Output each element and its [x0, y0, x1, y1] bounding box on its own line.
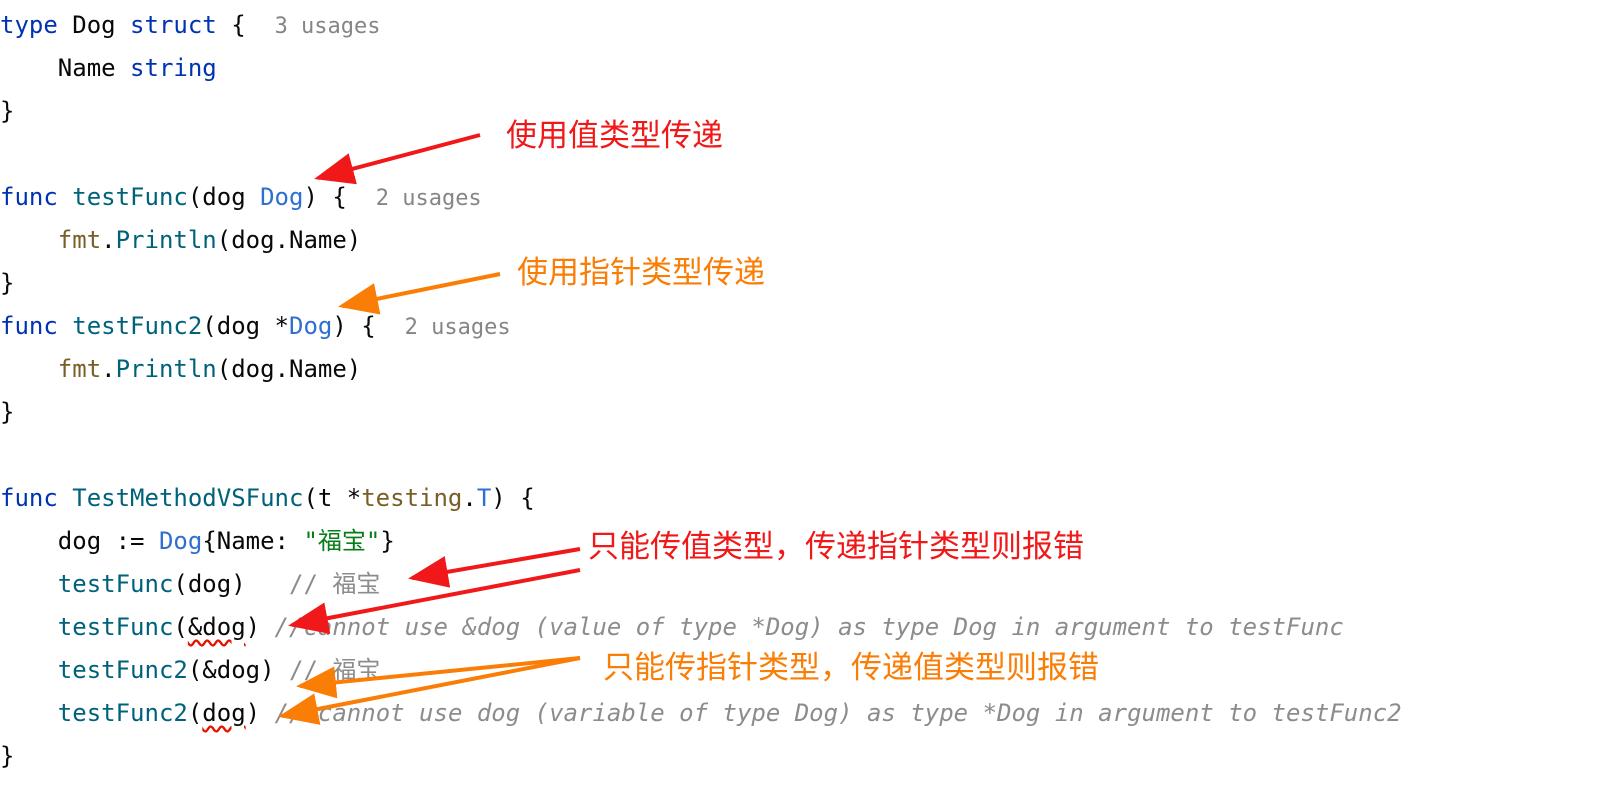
params-open: (dog — [187, 183, 261, 211]
function-call: testFunc — [57, 570, 174, 598]
paren-close: ) — [245, 699, 261, 727]
type-ref: Dog — [158, 527, 203, 555]
code-line-17: testFunc2(dog) // cannot use dog (variab… — [0, 692, 1402, 735]
usages-hint[interactable]: 2 usages — [376, 186, 482, 211]
keyword: func — [0, 484, 58, 512]
error-argument[interactable]: dog — [202, 699, 245, 727]
brace: } — [380, 527, 395, 555]
code-line-18: } — [0, 742, 15, 770]
function-call: testFunc2 — [57, 656, 188, 684]
paren-close: ) — [245, 613, 261, 641]
call-args: (dog.Name) — [216, 355, 362, 383]
dot: . — [101, 226, 116, 254]
function-name: testFunc2 — [72, 312, 203, 340]
code-line-10: } — [0, 398, 15, 426]
dot: . — [462, 484, 477, 512]
field-name: Name — [57, 54, 131, 82]
params-close: ) { — [491, 484, 535, 512]
package-name: testing — [361, 484, 463, 512]
params-open: (t * — [303, 484, 362, 512]
params-close: ) { — [332, 312, 376, 340]
comment: // cannot use dog (variable of type Dog)… — [274, 699, 1402, 727]
function-call: Println — [115, 226, 217, 254]
type-ref: T — [476, 484, 492, 512]
function-call: testFunc — [57, 613, 174, 641]
type-name: Dog — [57, 11, 131, 39]
code-line-5: func testFunc(dog Dog) { 2 usages — [0, 176, 1402, 219]
code-line-2: Name string — [0, 47, 1402, 90]
annotation-value-pass: 使用值类型传递 — [506, 118, 723, 154]
annotation-pointer-pass: 使用指针类型传递 — [517, 255, 765, 291]
comment: //cannot use &dog (value of type *Dog) a… — [274, 613, 1344, 641]
paren-open: ( — [173, 613, 188, 641]
annotation-pointer-only: 只能传指针类型，传递值类型则报错 — [603, 650, 1099, 686]
code-line-9: fmt.Println(dog.Name) — [0, 348, 1402, 391]
paren-open: ( — [187, 699, 203, 727]
annotation-value-only: 只能传值类型，传递指针类型则报错 — [588, 529, 1084, 565]
code-line-8: func testFunc2(dog *Dog) { 2 usages — [0, 305, 1402, 348]
code-line-1: type Dog struct { 3 usages — [0, 4, 1402, 47]
function-name: testFunc — [72, 183, 188, 211]
package-name: fmt — [57, 355, 102, 383]
function-name: TestMethodVSFunc — [72, 484, 304, 512]
type-ref: Dog — [260, 183, 304, 211]
package-name: fmt — [57, 226, 102, 254]
usages-hint[interactable]: 2 usages — [405, 315, 511, 340]
type-keyword: string — [130, 54, 217, 82]
code-line-15: testFunc(&dog) //cannot use &dog (value … — [0, 606, 1402, 649]
keyword: type — [0, 11, 58, 39]
keyword: func — [0, 183, 58, 211]
function-call: testFunc2 — [57, 699, 188, 727]
comment: // 福宝 — [289, 570, 381, 598]
type-ref: Dog — [289, 312, 333, 340]
error-argument[interactable]: &dog — [188, 613, 246, 641]
dot: . — [101, 355, 116, 383]
call-args: (dog) — [173, 570, 246, 598]
assign: dog := — [57, 527, 159, 555]
code-line-14: testFunc(dog) // 福宝 — [0, 563, 1402, 606]
usages-hint[interactable]: 3 usages — [275, 14, 381, 39]
call-args: (dog.Name) — [216, 226, 362, 254]
call-args: (&dog) — [187, 656, 275, 684]
brace: { — [216, 11, 246, 39]
function-call: Println — [115, 355, 217, 383]
params-open: (dog * — [202, 312, 289, 340]
code-line-12: func TestMethodVSFunc(t *testing.T) { — [0, 477, 1402, 520]
comment: // 福宝 — [289, 656, 381, 684]
params-close: ) { — [303, 183, 347, 211]
keyword: struct — [130, 11, 217, 39]
struct-literal: {Name: — [202, 527, 304, 555]
string-literal: "福宝" — [303, 527, 381, 555]
keyword: func — [0, 312, 58, 340]
